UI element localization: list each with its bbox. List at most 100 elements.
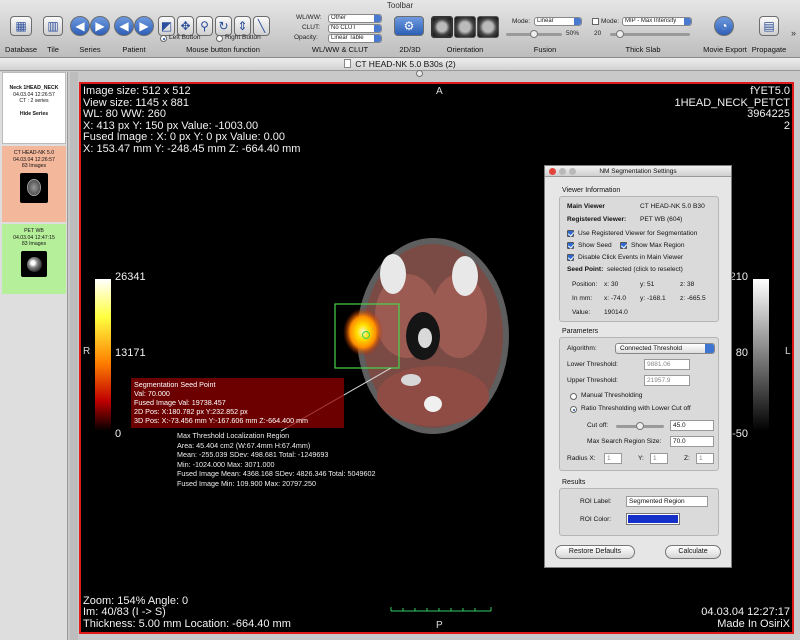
fusion-slider[interactable] — [506, 30, 562, 38]
sagittal-orientation-icon[interactable] — [477, 16, 499, 38]
scroll-tool-icon[interactable]: ⇕ — [234, 16, 251, 36]
fusion-mode-select[interactable]: Linear — [534, 17, 582, 26]
roi-tool-icon[interactable]: ╲ — [253, 16, 270, 36]
tile-icon[interactable]: ▥ — [43, 16, 63, 36]
upper-threshold-label: Upper Threshold: — [567, 377, 618, 384]
series-thumbnail — [20, 172, 48, 203]
lower-threshold-field[interactable]: 9881.06 — [644, 359, 690, 370]
series-card-ct[interactable]: CT HEAD-NK 5.0 04.03.04 12:26:57 83 Imag… — [2, 146, 66, 222]
cutoff-field[interactable]: 45.0 — [670, 420, 714, 431]
wlww-clut-group: WL/WW: Other CLUT: No CLUT Opacity: Line… — [292, 12, 388, 56]
wlww-clut-label: WL/WW & CLUT — [311, 45, 369, 54]
slab-slider-knob[interactable] — [616, 30, 624, 38]
overlay-top-right: fYET5.0 1HEAD_NECK_PETCT 3964225 2 — [674, 85, 790, 132]
gear-icon[interactable]: ⚙ — [394, 16, 424, 36]
position-label: Position: — [572, 281, 598, 288]
roi-color-well[interactable] — [626, 513, 680, 525]
move-tool-icon[interactable]: ✥ — [177, 16, 194, 36]
in-mm-label: In mm: — [572, 295, 593, 302]
hide-series-button[interactable]: Hide Series — [3, 111, 65, 118]
use-registered-checkbox[interactable] — [567, 230, 574, 237]
series-card-pet[interactable]: PET WB 04.03.04 12:47:15 83 Images — [2, 224, 66, 294]
left-colorbar-min: 0 — [115, 428, 122, 440]
wlww-text: WL: 80 WW: 260 — [83, 108, 166, 120]
value-value: 19014.0 — [604, 309, 628, 316]
wlww-tool-icon[interactable]: ◩ — [158, 16, 175, 36]
viewer-info-label: Viewer Information — [562, 187, 621, 194]
sidebar-scrollbar[interactable] — [70, 72, 78, 640]
patient-next-icon[interactable]: ▶ — [134, 16, 154, 36]
position-y: y: 51 — [640, 281, 655, 288]
cutoff-slider-knob[interactable] — [636, 422, 644, 430]
patient-previous-icon[interactable]: ◀ — [114, 16, 134, 36]
movie-export-icon[interactable]: ◔ — [714, 16, 734, 36]
series-count: 83 Images — [21, 241, 47, 247]
fusion-slider-knob[interactable] — [530, 30, 538, 38]
series-label: Series — [79, 45, 101, 54]
radius-x-field[interactable]: 1 — [604, 453, 622, 464]
ratio-threshold-radio[interactable] — [570, 406, 577, 413]
tile-group[interactable]: ▥ Tile — [40, 12, 66, 56]
right-button-label: Right Button — [225, 34, 261, 41]
value-label: Value: — [572, 309, 591, 316]
close-icon[interactable] — [549, 168, 556, 175]
slab-slider[interactable] — [610, 30, 690, 38]
panel-title: NM Segmentation Settings — [599, 168, 677, 175]
toolbar-overflow-icon[interactable]: » — [791, 28, 796, 38]
mm-z: z: -665.5 — [680, 295, 706, 302]
image-slider-knob[interactable] — [416, 70, 423, 77]
wlww-select[interactable]: Other — [328, 14, 382, 23]
overlay-bottom-right: 04.03.04 12:27:17 Made In OsiriX — [701, 606, 790, 630]
clut-select[interactable]: No CLUT — [328, 24, 382, 33]
orientation-top: A — [436, 86, 443, 97]
roi-stats-minmax: Min: -1024.000 Max: 3071.000 — [177, 459, 275, 469]
movie-export-group[interactable]: ◔ Movie Export — [700, 12, 750, 56]
disable-click-checkbox[interactable] — [567, 254, 574, 261]
axial-orientation-icon[interactable] — [431, 16, 453, 38]
study-card[interactable]: Neck 1HEAD_NECK 04.03.04 12:26:57 CT : 2… — [2, 72, 66, 144]
acquisition-date-text: 04.03.04 12:27:17 — [701, 606, 790, 618]
max-search-field[interactable]: 70.0 — [670, 436, 714, 447]
zoom-icon[interactable] — [569, 168, 576, 175]
database-group[interactable]: ▦ Database — [2, 12, 40, 56]
propagate-group[interactable]: ▤ Propagate — [750, 12, 788, 56]
algorithm-select[interactable]: Connected Threshold — [615, 343, 715, 354]
zoom-tool-icon[interactable]: ⚲ — [196, 16, 213, 36]
upper-threshold-field[interactable]: 21957.9 — [644, 375, 690, 386]
cutoff-slider[interactable] — [616, 422, 664, 430]
show-seed-checkbox[interactable] — [567, 242, 574, 249]
roi-stats-fused-mean: Fused Image Mean: 4368.168 SDev: 4826.34… — [177, 469, 376, 479]
seed-point-annotation: Segmentation Seed Point Val: 70.000 Fuse… — [131, 378, 344, 428]
calculate-button[interactable]: Calculate — [665, 545, 721, 559]
slab-mode-select[interactable]: MIP - Max Intensity — [622, 17, 692, 26]
restore-defaults-button[interactable]: Restore Defaults — [555, 545, 635, 559]
manual-threshold-radio[interactable] — [570, 393, 577, 400]
roi-label-label: ROI Label: — [580, 498, 612, 505]
radius-z-field[interactable]: 1 — [696, 453, 714, 464]
thick-slab-checkbox[interactable] — [592, 18, 599, 25]
show-max-region-checkbox[interactable] — [620, 242, 627, 249]
propagate-label: Propagate — [751, 45, 787, 54]
rotate-tool-icon[interactable]: ↻ — [215, 16, 232, 36]
manual-threshold-label: Manual Thresholding — [581, 392, 643, 399]
database-icon[interactable]: ▦ — [10, 16, 32, 36]
orientation-left: R — [83, 346, 91, 357]
minimize-icon[interactable] — [559, 168, 566, 175]
parameters-label: Parameters — [562, 328, 599, 335]
opacity-field-label: Opacity: — [294, 34, 318, 41]
fusion-percent: 50% — [566, 30, 580, 37]
fusion-group: Mode: Linear 50% Fusion — [500, 12, 590, 56]
series-previous-icon[interactable]: ◀ — [70, 16, 90, 36]
top-right-line-3: 3964225 — [747, 108, 790, 120]
nm-segmentation-panel: NM Segmentation Settings Viewer Informat… — [544, 165, 732, 568]
opacity-select[interactable]: Linear Table — [328, 34, 382, 43]
document-icon — [344, 59, 352, 68]
radius-y-field[interactable]: 1 — [650, 453, 668, 464]
left-button-radio[interactable] — [160, 35, 167, 42]
mouse-function-group: ◩ ✥ ⚲ ↻ ⇕ ╲ Left Button Right Button Mou… — [158, 12, 288, 56]
roi-label-field[interactable]: Segmented Region — [626, 496, 708, 507]
right-button-radio[interactable] — [216, 35, 223, 42]
series-next-icon[interactable]: ▶ — [90, 16, 110, 36]
propagate-icon[interactable]: ▤ — [759, 16, 779, 36]
coronal-orientation-icon[interactable] — [454, 16, 476, 38]
